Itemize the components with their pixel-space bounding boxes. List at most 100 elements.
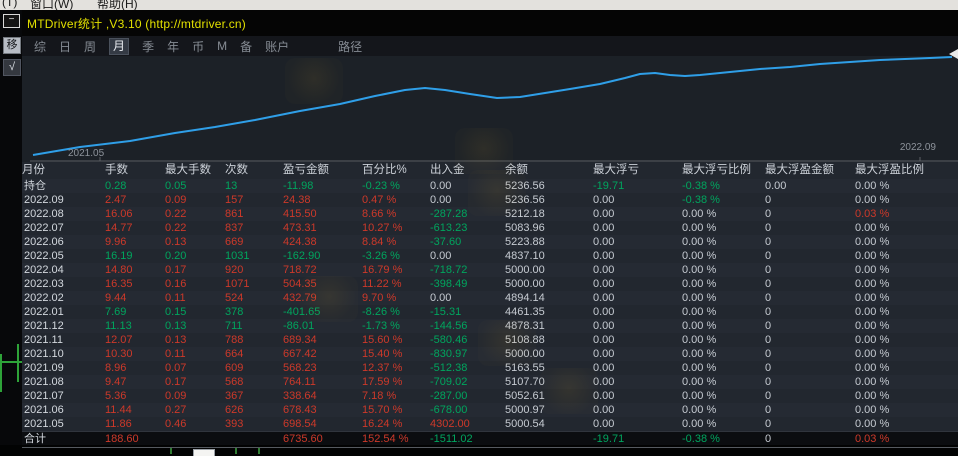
table-cell: 0: [765, 277, 855, 291]
tab-week[interactable]: 周: [84, 38, 96, 55]
table-cell: 0.00: [593, 417, 682, 431]
table-cell: 5212.18: [505, 207, 593, 221]
table-body: 持仓0.280.0513-11.98-0.23 %0.005236.56-19.…: [22, 179, 958, 447]
table-cell: 667.42: [283, 347, 362, 361]
row-label: 2022.04: [22, 263, 105, 277]
table-cell: 0: [765, 403, 855, 417]
table-cell: 0.00 %: [682, 417, 765, 431]
table-row[interactable]: 2021.089.470.17568764.1117.59 %-709.0251…: [22, 375, 958, 389]
table-cell: 16.79 %: [362, 263, 430, 277]
tab-summary[interactable]: 综: [34, 38, 46, 55]
table-cell: 0.00: [593, 193, 682, 207]
tab-m[interactable]: M: [217, 39, 227, 53]
table-cell: -401.65: [283, 305, 362, 319]
main-content: MTDriver统计 ,V3.10 (http://mtdriver.cn) 综…: [22, 10, 958, 456]
table-cell: 0.00: [593, 319, 682, 333]
table-cell: 0.05: [165, 179, 225, 193]
table-row[interactable]: 2022.017.690.15378-401.65-8.26 %-15.3144…: [22, 305, 958, 319]
tab-path[interactable]: 路径: [338, 38, 362, 55]
tab-month[interactable]: 月: [109, 38, 129, 55]
table-cell: 0.00 %: [855, 291, 958, 305]
table-cell: 711: [225, 319, 283, 333]
tab-currency[interactable]: 币: [192, 38, 204, 55]
table-cell: -0.38 %: [682, 193, 765, 207]
table-cell: 0.00 %: [855, 305, 958, 319]
table-cell: 393: [225, 417, 283, 431]
table-cell: 718.72: [283, 263, 362, 277]
tab-note[interactable]: 备: [240, 38, 252, 55]
table-cell: -37.60: [430, 235, 505, 249]
menu-item-fragment[interactable]: (T): [2, 0, 17, 9]
table-cell: -19.71: [593, 179, 682, 193]
minimize-button[interactable]: −: [3, 14, 20, 28]
table-cell: 0.11: [165, 291, 225, 305]
table-cell: 9.44: [105, 291, 165, 305]
table-row[interactable]: 2021.0611.440.27626678.4315.70 %-678.005…: [22, 403, 958, 417]
row-label: 2022.08: [22, 207, 105, 221]
table-cell: 0.13: [165, 235, 225, 249]
table-cell: -512.38: [430, 361, 505, 375]
table-row[interactable]: 持仓0.280.0513-11.98-0.23 %0.005236.56-19.…: [22, 179, 958, 193]
table-cell: 0: [765, 333, 855, 347]
check-tool-button[interactable]: √: [3, 59, 21, 76]
table-row[interactable]: 2022.0714.770.22837473.3110.27 %-613.235…: [22, 221, 958, 235]
table-cell: 0.00 %: [855, 249, 958, 263]
table-row[interactable]: 2021.1112.070.13788689.3415.60 %-580.465…: [22, 333, 958, 347]
title-bar: MTDriver统计 ,V3.10 (http://mtdriver.cn): [22, 10, 958, 36]
table-cell: 0.00 %: [855, 319, 958, 333]
table-cell: -86.01: [283, 319, 362, 333]
table-cell: 0.00: [593, 207, 682, 221]
table-cell: 2.47: [105, 193, 165, 207]
table-cell: 0.00 %: [682, 291, 765, 305]
table-cell: -678.00: [430, 403, 505, 417]
table-cell: 8.84 %: [362, 235, 430, 249]
table-row[interactable]: 2021.1010.300.11664667.4215.40 %-830.975…: [22, 347, 958, 361]
table-cell: 0.00: [430, 193, 505, 207]
table-row[interactable]: 2022.069.960.13669424.388.84 %-37.605223…: [22, 235, 958, 249]
table-row[interactable]: 2022.0816.060.22861415.508.66 %-287.2852…: [22, 207, 958, 221]
table-cell: -0.38 %: [682, 179, 765, 193]
table-cell: 568: [225, 375, 283, 389]
table-row[interactable]: 2022.0414.800.17920718.7216.79 %-718.725…: [22, 263, 958, 277]
table-row[interactable]: 2022.0516.190.201031-162.90-3.26 %0.0048…: [22, 249, 958, 263]
equity-chart-panel[interactable]: 2021.05 2022.09: [22, 56, 958, 162]
table-row[interactable]: 2022.092.470.0915724.380.47 %0.005236.56…: [22, 193, 958, 207]
table-cell: 5223.88: [505, 235, 593, 249]
app-title: MTDriver统计 ,V3.10 (http://mtdriver.cn): [22, 15, 246, 32]
tab-year[interactable]: 年: [167, 38, 179, 55]
bottom-marker-box[interactable]: [193, 449, 215, 456]
table-row[interactable]: 2022.0316.350.161071504.3511.22 %-398.49…: [22, 277, 958, 291]
table-cell: 0.17: [165, 263, 225, 277]
tab-day[interactable]: 日: [59, 38, 71, 55]
table-cell: -1.73 %: [362, 319, 430, 333]
table-cell: 0.09: [165, 389, 225, 403]
table-cell: 504.35: [283, 277, 362, 291]
table-row[interactable]: 2021.098.960.07609568.2312.37 %-512.3851…: [22, 361, 958, 375]
table-row[interactable]: 2021.075.360.09367338.647.18 %-287.00505…: [22, 389, 958, 403]
x-axis-label-end: 2022.09: [900, 142, 936, 153]
table-cell: 0.00 %: [682, 305, 765, 319]
bottom-strip: [0, 445, 958, 456]
stats-table: 月份 手数 最大手数 次数 盈亏金额 百分比% 出入金 余额 最大浮亏 最大浮亏…: [22, 162, 958, 447]
table-cell: 24.38: [283, 193, 362, 207]
table-cell: 12.07: [105, 333, 165, 347]
row-label: 2022.01: [22, 305, 105, 319]
table-cell: 0.00 %: [682, 403, 765, 417]
tab-quarter[interactable]: 季: [142, 38, 154, 55]
table-cell: 5107.70: [505, 375, 593, 389]
table-row[interactable]: 2022.029.440.11524432.799.70 %0.004894.1…: [22, 291, 958, 305]
table-cell: 16.19: [105, 249, 165, 263]
table-row[interactable]: 2021.0511.860.46393698.5416.24 %4302.005…: [22, 417, 958, 431]
table-row[interactable]: 2021.1211.130.13711-86.01-1.73 %-144.564…: [22, 319, 958, 333]
move-tool-button[interactable]: 移: [3, 37, 21, 54]
table-cell: 10.30: [105, 347, 165, 361]
crosshair-icon: [0, 354, 2, 392]
table-cell: 0.00: [593, 361, 682, 375]
tab-account[interactable]: 账户: [265, 38, 289, 55]
table-cell: 0.00 %: [855, 361, 958, 375]
line-end-arrow-icon: [949, 49, 958, 59]
table-cell: 0.00: [593, 249, 682, 263]
header-max-float-loss: 最大浮亏: [593, 162, 682, 179]
table-cell: 11.22 %: [362, 277, 430, 291]
table-cell: 4837.10: [505, 249, 593, 263]
